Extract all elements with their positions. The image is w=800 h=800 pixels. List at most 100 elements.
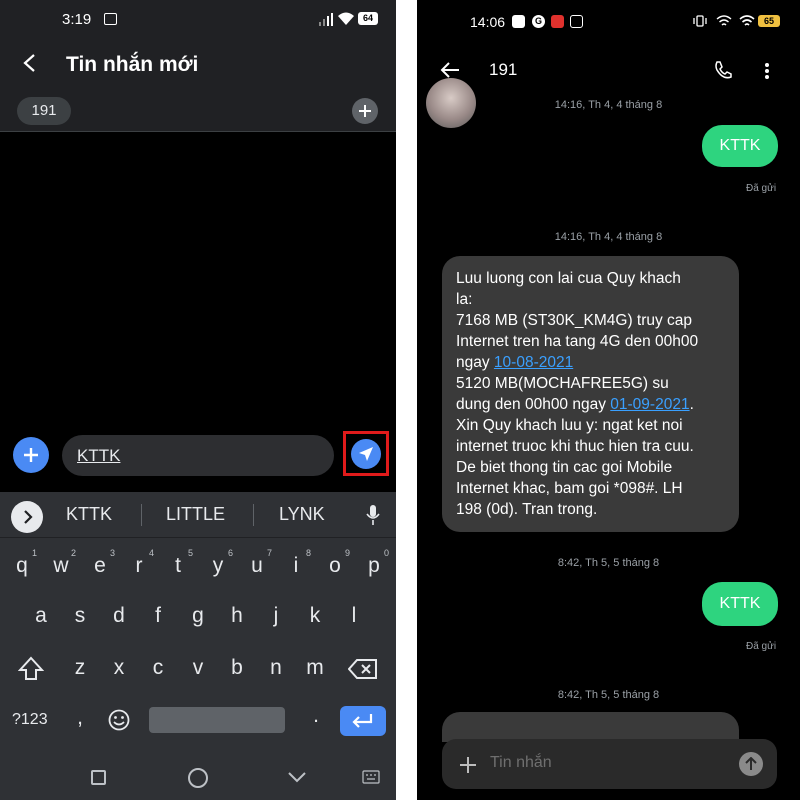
- key-hint: 9: [345, 548, 351, 558]
- date-link[interactable]: 10-08-2021: [494, 354, 573, 371]
- symbols-key[interactable]: ?123: [12, 711, 48, 729]
- home-icon[interactable]: [188, 768, 208, 788]
- key-h[interactable]: h: [225, 604, 249, 628]
- key-d[interactable]: d: [107, 604, 131, 628]
- send-button[interactable]: [351, 439, 381, 469]
- battery-icon: 64: [358, 12, 378, 25]
- conversation-title: 191: [489, 60, 518, 79]
- system-nav-bar: [0, 752, 396, 800]
- battery-icon: 65: [758, 15, 780, 27]
- key-a[interactable]: a: [29, 604, 53, 628]
- chevron-right-icon: [24, 510, 33, 524]
- enter-key[interactable]: [340, 706, 386, 736]
- key-r[interactable]: r: [127, 554, 151, 578]
- key-hint: 2: [71, 548, 77, 558]
- key-k[interactable]: k: [303, 604, 327, 628]
- sent-message[interactable]: KTTK: [702, 125, 778, 167]
- timestamp: 14:16, Th 4, 4 tháng 8: [554, 99, 663, 111]
- key-t[interactable]: t: [166, 554, 190, 578]
- message-input[interactable]: KTTK: [62, 435, 334, 476]
- emoji-icon[interactable]: [108, 709, 130, 731]
- suggestion-bar: KTTK LITTLE LYNK: [0, 492, 396, 538]
- key-q[interactable]: q: [10, 554, 34, 578]
- message-composer[interactable]: Tin nhắn: [442, 739, 777, 789]
- google-notification-icon: G: [532, 15, 545, 28]
- key-s[interactable]: s: [68, 604, 92, 628]
- key-o[interactable]: o: [323, 554, 347, 578]
- key-j[interactable]: j: [264, 604, 288, 628]
- message-text: .: [689, 396, 694, 413]
- key-w[interactable]: w: [49, 554, 73, 578]
- key-i[interactable]: i: [284, 554, 308, 578]
- delivered-status: Đã gửi: [746, 183, 777, 194]
- new-message-screen: 3:19 64 Tin nhắn mới 191 KTTK KTTK LITTL…: [0, 0, 396, 800]
- send-icon: [359, 447, 373, 461]
- phone-icon[interactable]: [713, 60, 733, 80]
- attach-button[interactable]: [13, 437, 49, 473]
- timestamp: 8:42, Th 5, 5 tháng 8: [557, 689, 660, 701]
- key-n[interactable]: n: [264, 656, 288, 680]
- key-b[interactable]: b: [225, 656, 249, 680]
- message-text: ngay: [456, 354, 494, 371]
- backspace-icon[interactable]: [348, 658, 378, 680]
- send-button[interactable]: [739, 752, 763, 776]
- expand-toolbar-button[interactable]: [11, 501, 43, 533]
- add-recipient-button[interactable]: [352, 98, 378, 124]
- key-m[interactable]: m: [303, 656, 327, 680]
- conversation-screen: 14:06 G 65 191 14:16, Th 4, 4 tháng 8 KT…: [417, 0, 800, 800]
- sent-message[interactable]: KTTK: [702, 582, 778, 626]
- recents-icon[interactable]: [91, 770, 106, 785]
- key-hint: 5: [188, 548, 194, 558]
- received-message[interactable]: Luu luong con lai cua Quy khach la: 7168…: [442, 256, 739, 532]
- timestamp: 14:16, Th 4, 4 tháng 8: [554, 231, 663, 243]
- wifi-icon: [739, 15, 755, 26]
- key-v[interactable]: v: [186, 656, 210, 680]
- more-options-icon[interactable]: [764, 62, 770, 80]
- back-arrow-icon[interactable]: [440, 61, 460, 79]
- key-y[interactable]: y: [206, 554, 230, 578]
- message-line: la:: [456, 291, 473, 308]
- message-line: 7168 MB (ST30K_KM4G) truy cap: [456, 312, 693, 329]
- key-x[interactable]: x: [107, 656, 131, 680]
- key-c[interactable]: c: [146, 656, 170, 680]
- key-l[interactable]: l: [342, 604, 366, 628]
- key-f[interactable]: f: [146, 604, 170, 628]
- key-period[interactable]: .: [304, 704, 328, 728]
- chevron-down-icon[interactable]: [287, 771, 307, 783]
- space-bar[interactable]: [149, 707, 285, 733]
- date-link[interactable]: 01-09-2021: [610, 396, 689, 413]
- conversation-area: [0, 132, 396, 428]
- back-arrow-icon[interactable]: [22, 54, 38, 72]
- message-line: Internet khac, bam goi *098#. LH: [456, 480, 683, 497]
- suggestion-2[interactable]: LITTLE: [166, 504, 225, 525]
- message-line: ngay 10-08-2021: [456, 352, 725, 373]
- message-line: De biet thong tin cac goi Mobile: [456, 459, 673, 476]
- divider: [253, 504, 254, 526]
- status-bar: 3:19 64: [0, 0, 396, 40]
- key-u[interactable]: u: [245, 554, 269, 578]
- key-e[interactable]: e: [88, 554, 112, 578]
- message-line: Internet tren ha tang 4G den 00h00: [456, 333, 699, 350]
- key-g[interactable]: g: [186, 604, 210, 628]
- key-hint: 1: [32, 548, 38, 558]
- key-z[interactable]: z: [68, 656, 92, 680]
- suggestion-3[interactable]: LYNK: [279, 504, 325, 525]
- key-p[interactable]: p: [362, 554, 386, 578]
- key-hint: 0: [384, 548, 390, 558]
- key-hint: 6: [228, 548, 234, 558]
- key-row-3: z x c v b n m: [0, 654, 396, 694]
- received-message[interactable]: [442, 712, 739, 742]
- suggestion-1[interactable]: KTTK: [66, 504, 112, 525]
- message-line: internet truoc khi thuc hien tra cuu.: [456, 438, 694, 455]
- message-line: dung den 00h00 ngay 01-09-2021.: [456, 394, 725, 415]
- key-comma[interactable]: ,: [68, 706, 92, 730]
- keyboard-icon[interactable]: [362, 770, 380, 784]
- send-highlight-box: [343, 431, 389, 476]
- wifi-calling-icon: [716, 15, 732, 26]
- shift-icon[interactable]: [18, 656, 44, 682]
- microphone-icon[interactable]: [365, 504, 381, 526]
- status-time: 3:19: [62, 11, 92, 28]
- wifi-icon: [338, 12, 354, 25]
- plus-icon[interactable]: [459, 756, 477, 774]
- recipient-chip[interactable]: 191: [17, 97, 71, 125]
